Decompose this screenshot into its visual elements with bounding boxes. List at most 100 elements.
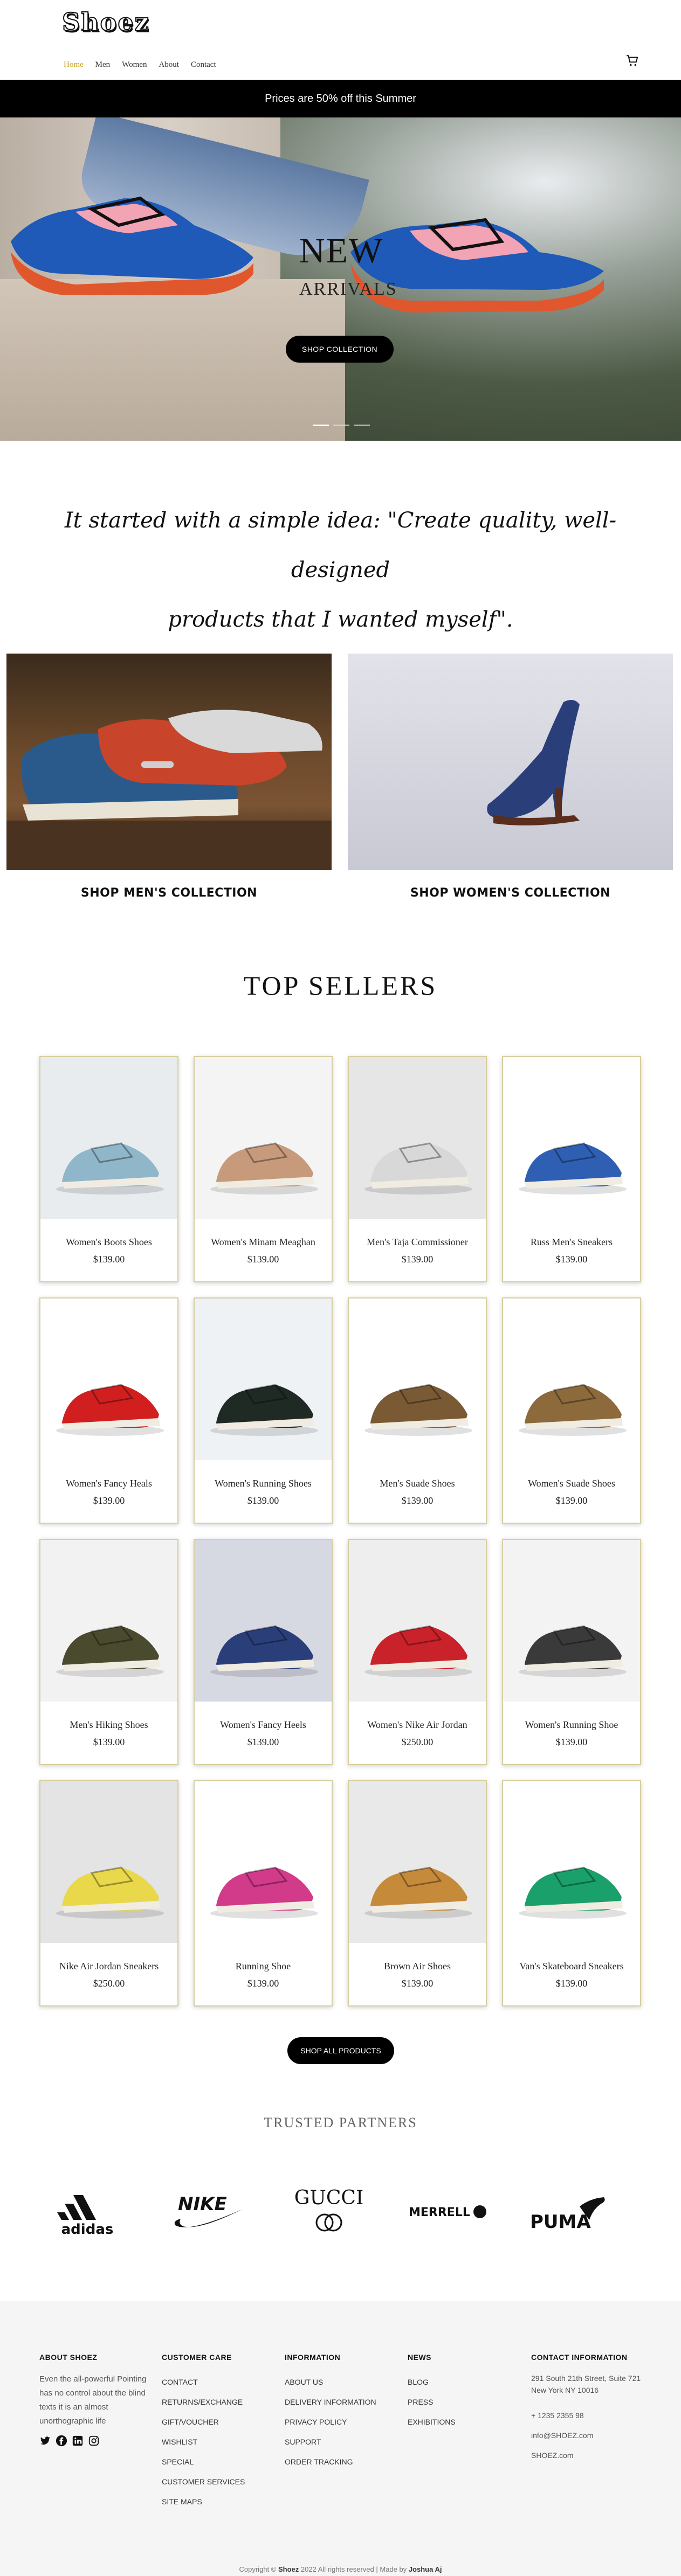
product-card[interactable]: Women's Nike Air Jordan $250.00 [348,1539,487,1765]
product-name[interactable]: Nike Air Jordan Sneakers [40,1961,177,1972]
product-name[interactable]: Van's Skateboard Sneakers [503,1961,640,1972]
product-card[interactable]: Running Shoe $139.00 [194,1780,333,2006]
hero-banner: NEW ARRIVALS SHOP COLLECTION [0,117,681,441]
product-image[interactable] [503,1540,640,1702]
product-name[interactable]: Men's Suade Shoes [349,1478,486,1489]
copyright-author[interactable]: Joshua Aj [409,2565,442,2573]
instagram-icon[interactable] [88,2435,100,2447]
shop-collection-button[interactable]: SHOP COLLECTION [286,336,394,363]
nav-contact[interactable]: Contact [191,60,216,70]
product-image[interactable] [40,1057,177,1219]
carousel-dot[interactable] [313,425,329,426]
nav-home[interactable]: Home [64,60,84,70]
footer-link-customer-services[interactable]: CUSTOMER SERVICES [162,2472,245,2492]
product-card[interactable]: Women's Minam Meaghan $139.00 [194,1056,333,1282]
shop-men-link[interactable]: SHOP MEN'S COLLECTION [6,886,332,900]
carousel-dots [313,425,370,426]
product-price: $250.00 [93,1978,125,1989]
product-name[interactable]: Russ Men's Sneakers [503,1237,640,1248]
brand-puma[interactable]: PUMA [526,2188,612,2236]
footer-link-press[interactable]: PRESS [408,2392,456,2412]
footer-link-wishlist[interactable]: WISHLIST [162,2432,245,2452]
footer-link-exhibitions[interactable]: EXHIBITIONS [408,2412,456,2432]
product-image[interactable] [503,1299,640,1460]
footer-link-order-tracking[interactable]: ORDER TRACKING [285,2452,376,2472]
product-card[interactable]: Van's Skateboard Sneakers $139.00 [502,1780,641,2006]
product-name[interactable]: Women's Fancy Heals [40,1478,177,1489]
product-card[interactable]: Russ Men's Sneakers $139.00 [502,1056,641,1282]
brand-adidas[interactable]: adidas [50,2188,125,2236]
product-card[interactable]: Men's Suade Shoes $139.00 [348,1297,487,1524]
footer-about-text: Even the all-powerful Pointing has no co… [39,2374,147,2426]
product-image[interactable] [349,1057,486,1219]
footer-link-blog[interactable]: BLOG [408,2372,456,2392]
men-collection-image[interactable] [6,654,332,870]
product-price: $139.00 [247,1978,279,1989]
footer-link-delivery[interactable]: DELIVERY INFORMATION [285,2392,376,2412]
carousel-dot[interactable] [354,425,370,426]
brand-nike[interactable]: NIKE [167,2188,248,2236]
product-name[interactable]: Women's Fancy Heels [195,1719,332,1731]
product-image[interactable] [503,1781,640,1943]
product-card[interactable]: Women's Boots Shoes $139.00 [39,1056,178,1282]
product-card[interactable]: Women's Fancy Heels $139.00 [194,1539,333,1765]
site-logo[interactable]: Shoez [61,7,150,37]
product-name[interactable]: Women's Running Shoe [503,1719,640,1731]
product-name[interactable]: Brown Air Shoes [349,1961,486,1972]
footer-link-special[interactable]: SPECIAL [162,2452,245,2472]
product-card[interactable]: Men's Hiking Shoes $139.00 [39,1539,178,1765]
product-card[interactable]: Women's Fancy Heals $139.00 [39,1297,178,1524]
footer-link-privacy[interactable]: PRIVACY POLICY [285,2412,376,2432]
brand-gucci[interactable]: GUCCI [286,2187,372,2236]
product-name[interactable]: Running Shoe [195,1961,332,1972]
product-image[interactable] [195,1781,332,1943]
product-name[interactable]: Women's Minam Meaghan [195,1237,332,1248]
product-image[interactable] [40,1299,177,1460]
product-name[interactable]: Women's Boots Shoes [40,1237,177,1248]
product-image[interactable] [40,1781,177,1943]
product-card[interactable]: Women's Running Shoe $139.00 [502,1539,641,1765]
product-image[interactable] [195,1540,332,1702]
contact-site[interactable]: SHOEZ.com [531,2446,655,2466]
contact-phone[interactable]: + 1235 2355 98 [531,2406,655,2426]
product-image[interactable] [503,1057,640,1219]
product-image[interactable] [195,1057,332,1219]
nav-women[interactable]: Women [122,60,147,70]
cart-icon[interactable] [625,54,639,68]
footer-link-gift[interactable]: GIFT/VOUCHER [162,2412,245,2432]
contact-email[interactable]: info@SHOEZ.com [531,2426,655,2446]
product-image[interactable] [349,1299,486,1460]
product-card[interactable]: Women's Running Shoes $139.00 [194,1297,333,1524]
product-name[interactable]: Men's Hiking Shoes [40,1719,177,1731]
product-card[interactable]: Women's Suade Shoes $139.00 [502,1297,641,1524]
product-image[interactable] [195,1299,332,1460]
product-image[interactable] [349,1781,486,1943]
footer-link-about-us[interactable]: ABOUT US [285,2372,376,2392]
nav-about[interactable]: About [159,60,179,70]
twitter-icon[interactable] [39,2435,51,2447]
footer-link-contact[interactable]: CONTACT [162,2372,245,2392]
carousel-dot[interactable] [333,425,349,426]
product-card[interactable]: Brown Air Shoes $139.00 [348,1780,487,2006]
shop-all-products-button[interactable]: SHOP ALL PRODUCTS [287,2037,394,2064]
brand-merrell[interactable]: MERRELL [404,2188,491,2236]
product-name[interactable]: Women's Suade Shoes [503,1478,640,1489]
women-collection-image[interactable] [348,654,673,870]
facebook-icon[interactable] [56,2435,67,2447]
men-loafers-image [6,710,332,870]
product-card[interactable]: Men's Taja Commissioner $139.00 [348,1056,487,1282]
product-image[interactable] [349,1540,486,1702]
nav-men[interactable]: Men [95,60,111,70]
footer-link-site-maps[interactable]: SITE MAPS [162,2492,245,2512]
product-name[interactable]: Women's Running Shoes [195,1478,332,1489]
product-name[interactable]: Men's Taja Commissioner [349,1237,486,1248]
footer-link-support[interactable]: SUPPORT [285,2432,376,2452]
footer-link-returns[interactable]: RETURNS/EXCHANGE [162,2392,245,2412]
linkedin-icon[interactable] [72,2435,84,2447]
copyright-brand[interactable]: Shoez [278,2565,299,2573]
product-image[interactable] [40,1540,177,1702]
product-card[interactable]: Nike Air Jordan Sneakers $250.00 [39,1780,178,2006]
shop-women-link[interactable]: SHOP WOMEN'S COLLECTION [348,886,673,900]
product-name[interactable]: Women's Nike Air Jordan [349,1719,486,1731]
svg-text:NIKE: NIKE [178,2193,227,2215]
